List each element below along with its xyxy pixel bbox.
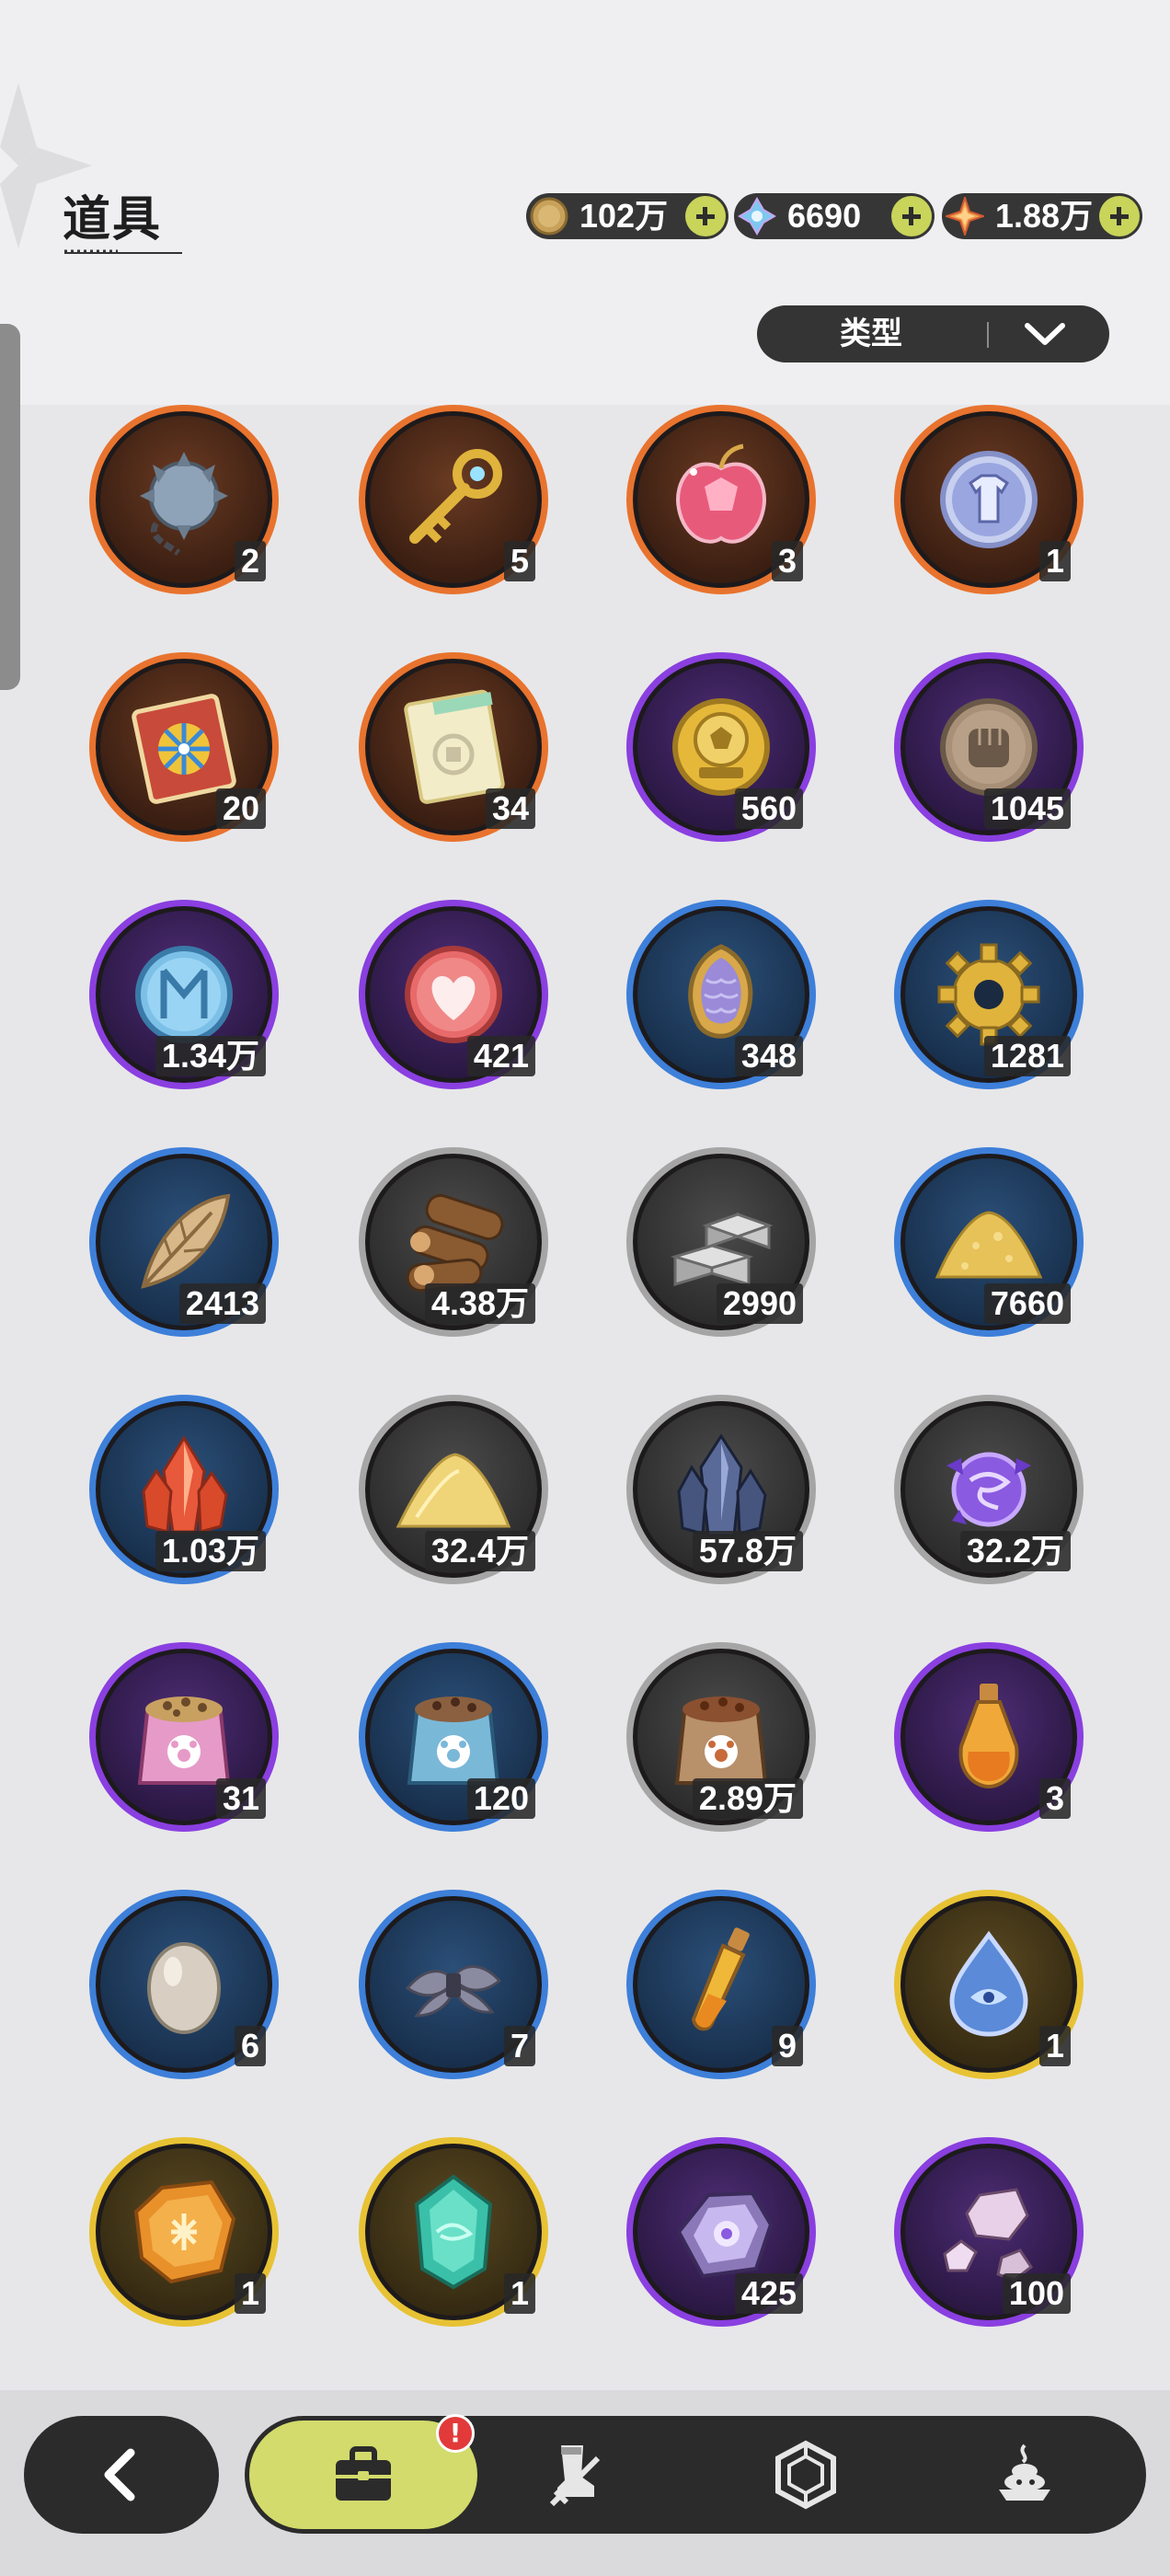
amber-gem-icon (133, 2179, 236, 2284)
currency-crystal: 6690 (734, 193, 935, 239)
inventory-item[interactable]: 2.89万 (626, 1642, 816, 1832)
inventory-item[interactable]: 9 (626, 1890, 816, 2079)
inventory-item[interactable]: 7660 (894, 1147, 1084, 1337)
item-grid: 2 5 3 1 20 34 560 1045 1.34万 421 348 1281 2413 4.38万 2… (0, 405, 1170, 2383)
item-quantity: 6 (234, 2026, 266, 2066)
inventory-item[interactable]: 4.38万 (359, 1147, 548, 1337)
inventory-item[interactable]: 57.8万 (626, 1395, 816, 1584)
item-quantity: 57.8万 (692, 1531, 803, 1571)
item-quantity: 2413 (178, 1283, 266, 1324)
inventory-item[interactable]: 1 (359, 2137, 548, 2327)
item-quantity: 1 (1038, 2026, 1071, 2066)
item-quantity: 32.4万 (424, 1531, 535, 1571)
add-crystal-button[interactable] (891, 196, 932, 236)
item-quantity: 31 (215, 1778, 266, 1819)
item-quantity: 2 (234, 541, 266, 581)
feather-bundle-icon (405, 1965, 502, 2018)
item-quantity: 1 (1038, 541, 1071, 581)
page-title: 道具 (63, 192, 163, 247)
add-star-gem-button[interactable] (1099, 196, 1140, 236)
spiked-ball-icon (140, 452, 228, 556)
item-quantity: 9 (771, 2026, 803, 2066)
item-quantity: 5 (503, 541, 535, 581)
green-gem-icon (414, 2174, 493, 2290)
inventory-item[interactable]: 6 (89, 1890, 279, 2079)
bag-icon (336, 2446, 391, 2501)
inventory-item[interactable]: 1.03万 (89, 1395, 279, 1584)
inventory-item[interactable]: 2 (89, 405, 279, 594)
type-filter-label: 类型 (840, 316, 902, 352)
golden-key-icon (409, 449, 502, 544)
crystal-apple-icon (676, 443, 766, 544)
inventory-item[interactable]: 32.2万 (894, 1395, 1084, 1584)
inventory-item[interactable]: 348 (626, 900, 816, 1089)
vial-icon (691, 1927, 750, 2031)
item-quantity: 7 (503, 2026, 535, 2066)
notification-badge: ! (436, 2414, 475, 2453)
item-quantity: 4.38万 (424, 1283, 535, 1324)
inventory-item[interactable]: 2990 (626, 1147, 816, 1337)
inventory-item[interactable]: 1 (89, 2137, 279, 2327)
hexagon-gem-icon[interactable] (771, 2440, 841, 2510)
item-quantity: 20 (215, 788, 266, 829)
item-quantity: 2990 (716, 1283, 803, 1324)
inventory-item[interactable]: 31 (89, 1642, 279, 1832)
item-quantity: 425 (734, 2273, 803, 2314)
inventory-item[interactable]: 1 (894, 405, 1084, 594)
inventory-item[interactable]: 7 (359, 1890, 548, 2079)
inventory-item[interactable]: 1281 (894, 900, 1084, 1089)
item-quantity: 1281 (983, 1036, 1071, 1076)
item-quantity: 1.34万 (155, 1036, 266, 1076)
item-quantity: 1045 (983, 788, 1071, 829)
header-panel: 道具 102万 6690 1.88万 类型 (0, 0, 1170, 405)
item-quantity: 1 (503, 2273, 535, 2314)
dessert-icon[interactable] (990, 2440, 1060, 2510)
inventory-item[interactable]: 2413 (89, 1147, 279, 1337)
currency-gold: 102万 (526, 193, 728, 239)
filter-divider (987, 322, 989, 348)
water-drop-icon (949, 1930, 1028, 2037)
boot-sword-icon[interactable] (543, 2440, 613, 2510)
inventory-item[interactable]: 3 (626, 405, 816, 594)
chevron-left-icon (104, 2448, 135, 2501)
item-quantity: 32.2万 (959, 1531, 1071, 1571)
inventory-item[interactable]: 100 (894, 2137, 1084, 2327)
add-gold-button[interactable] (685, 196, 726, 236)
inventory-item[interactable]: 425 (626, 2137, 816, 2327)
egg-icon (147, 1942, 221, 2034)
inventory-item[interactable]: 32.4万 (359, 1395, 548, 1584)
currency-star-gem: 1.88万 (942, 193, 1142, 239)
item-quantity: 2.89万 (692, 1778, 803, 1819)
back-button[interactable] (24, 2416, 219, 2534)
item-quantity: 348 (734, 1036, 803, 1076)
gold-coin-icon (530, 197, 568, 236)
item-quantity: 3 (1038, 1778, 1071, 1819)
title-underline (64, 249, 182, 254)
inventory-item[interactable]: 560 (626, 652, 816, 842)
inventory-item[interactable]: 120 (359, 1642, 548, 1832)
potion-bottle-icon (958, 1684, 1019, 1789)
inventory-item[interactable]: 1045 (894, 652, 1084, 842)
item-quantity: 34 (485, 788, 535, 829)
item-quantity: 560 (734, 788, 803, 829)
chevron-down-icon (1025, 323, 1065, 345)
type-filter-dropdown[interactable]: 类型 (757, 305, 1109, 362)
item-quantity: 1.03万 (155, 1531, 266, 1571)
inventory-item[interactable]: 5 (359, 405, 548, 594)
item-quantity: 1 (234, 2273, 266, 2314)
item-quantity: 421 (466, 1036, 535, 1076)
star-gem-icon (946, 197, 984, 236)
shirt-token-icon (940, 451, 1038, 548)
crystal-icon (738, 197, 776, 236)
inventory-item[interactable]: 3 (894, 1642, 1084, 1832)
inventory-item[interactable]: 34 (359, 652, 548, 842)
item-quantity: 3 (771, 541, 803, 581)
item-quantity: 100 (1002, 2273, 1071, 2314)
inventory-item[interactable]: 1 (894, 1890, 1084, 2079)
inventory-item[interactable]: 1.34万 (89, 900, 279, 1089)
inventory-item[interactable]: 421 (359, 900, 548, 1089)
inventory-item[interactable]: 20 (89, 652, 279, 842)
item-quantity: 120 (466, 1778, 535, 1819)
item-quantity: 7660 (983, 1283, 1071, 1324)
